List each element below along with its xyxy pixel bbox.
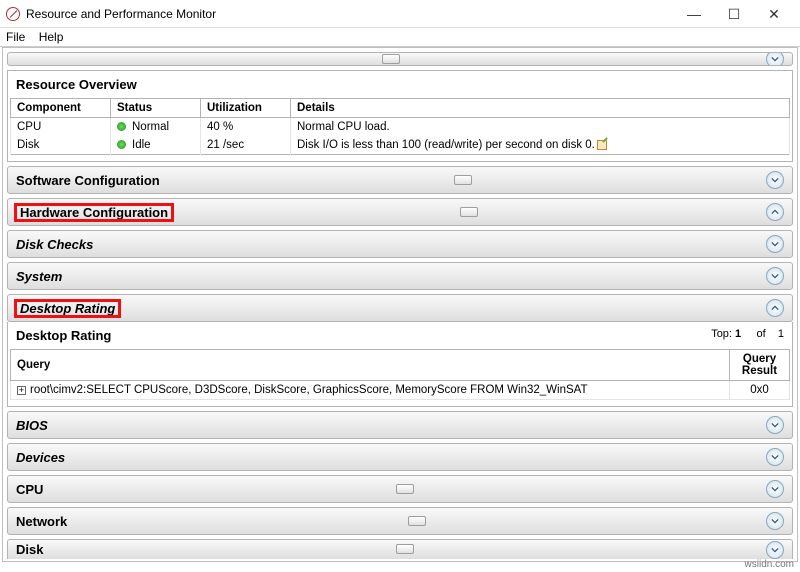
cell: Idle	[111, 136, 201, 155]
expand-icon[interactable]: +	[17, 386, 26, 395]
section-system[interactable]: System	[7, 262, 793, 290]
chevron-down-icon[interactable]	[766, 52, 784, 66]
chevron-up-icon[interactable]	[766, 203, 784, 221]
label-text: Hardware Configuration	[20, 205, 168, 220]
section-label: CPU	[16, 482, 43, 497]
status-dot-icon	[117, 140, 126, 149]
col-details[interactable]: Details	[291, 99, 790, 118]
chevron-down-icon[interactable]	[766, 416, 784, 434]
col-query-result[interactable]: Query Result	[730, 350, 790, 381]
edit-icon[interactable]	[597, 140, 607, 150]
chevron-down-icon[interactable]	[766, 448, 784, 466]
desktop-rating-panel: Desktop Rating Top: 1 of 1 Query Query R…	[7, 322, 793, 407]
pager: Top: 1 of 1	[711, 328, 784, 343]
col-status[interactable]: Status	[111, 99, 201, 118]
pill-icon	[396, 482, 414, 497]
chevron-down-icon[interactable]	[766, 235, 784, 253]
status-text: Idle	[132, 139, 151, 151]
table-row: Disk Idle 21 /sec Disk I/O is less than …	[11, 136, 790, 155]
section-network[interactable]: Network	[7, 507, 793, 535]
menu-help[interactable]: Help	[39, 30, 64, 44]
workspace: Resource Overview Component Status Utili…	[2, 47, 798, 562]
pill-icon	[408, 514, 426, 529]
watermark: wsiidn.com	[745, 559, 794, 570]
section-label: System	[16, 269, 62, 284]
pill-icon	[454, 173, 472, 188]
chevron-down-icon[interactable]	[766, 171, 784, 189]
section-hardware-configuration[interactable]: Hardware Configuration	[7, 198, 793, 226]
status-text: Normal	[132, 121, 169, 133]
pill-icon	[382, 52, 400, 66]
app-icon	[6, 7, 20, 21]
resource-overview-panel: Resource Overview Component Status Utili…	[7, 70, 793, 162]
maximize-button[interactable]: ☐	[714, 0, 754, 28]
panel-title: Desktop Rating Top: 1 of 1	[10, 326, 790, 349]
pager-of: of	[756, 328, 765, 340]
highlight-box: Desktop Rating	[16, 301, 119, 316]
section-bios[interactable]: BIOS	[7, 411, 793, 439]
section-desktop-rating[interactable]: Desktop Rating	[7, 294, 793, 322]
table-row: CPU Normal 40 % Normal CPU load.	[11, 118, 790, 137]
section-devices[interactable]: Devices	[7, 443, 793, 471]
menu-bar: File Help	[0, 28, 800, 47]
section-disk-checks[interactable]: Disk Checks	[7, 230, 793, 258]
table-row: + root\cimv2:SELECT CPUScore, D3DScore, D…	[11, 381, 790, 400]
cell: Disk	[11, 136, 111, 155]
cell: Normal	[111, 118, 201, 137]
menu-file[interactable]: File	[6, 30, 25, 44]
chevron-down-icon[interactable]	[766, 541, 784, 559]
close-button[interactable]: ✕	[754, 0, 794, 28]
section-label: Disk Checks	[16, 237, 93, 252]
section-cpu[interactable]: CPU	[7, 475, 793, 503]
highlight-box: Hardware Configuration	[16, 205, 172, 220]
section-label: BIOS	[16, 418, 48, 433]
query-text: root\cimv2:SELECT CPUScore, D3DScore, Di…	[30, 384, 587, 396]
section-software-configuration[interactable]: Software Configuration	[7, 166, 793, 194]
panel-title-text: Desktop Rating	[16, 328, 111, 343]
label-text: Desktop Rating	[20, 301, 115, 316]
chevron-down-icon[interactable]	[766, 480, 784, 498]
section-label: Hardware Configuration	[16, 205, 172, 220]
cell-query: + root\cimv2:SELECT CPUScore, D3DScore, D…	[11, 381, 730, 400]
window-title: Resource and Performance Monitor	[26, 7, 674, 21]
pill-icon	[460, 205, 478, 220]
resource-overview-title: Resource Overview	[10, 75, 790, 98]
pager-label: Top:	[711, 328, 732, 340]
cell: CPU	[11, 118, 111, 137]
cell: 40 %	[201, 118, 291, 137]
details-text: Disk I/O is less than 100 (read/write) p…	[297, 139, 595, 151]
pager-value: 1	[735, 328, 741, 340]
pager-total: 1	[778, 328, 784, 340]
title-bar: Resource and Performance Monitor — ☐ ✕	[0, 0, 800, 28]
chevron-down-icon[interactable]	[766, 267, 784, 285]
section-label: Network	[16, 514, 67, 529]
section-performance-truncated[interactable]	[7, 52, 793, 66]
desktop-rating-table: Query Query Result + root\cimv2:SELECT CP…	[10, 349, 790, 400]
section-label: Devices	[16, 450, 65, 465]
chevron-down-icon[interactable]	[766, 512, 784, 530]
panel-title-text: Resource Overview	[16, 77, 137, 92]
overview-table: Component Status Utilization Details CPU…	[10, 98, 790, 155]
minimize-button[interactable]: —	[674, 0, 714, 28]
pill-icon	[396, 542, 414, 557]
status-dot-icon	[117, 122, 126, 131]
col-component[interactable]: Component	[11, 99, 111, 118]
cell: 21 /sec	[201, 136, 291, 155]
col-utilization[interactable]: Utilization	[201, 99, 291, 118]
cell-result: 0x0	[730, 381, 790, 400]
cell: Disk I/O is less than 100 (read/write) p…	[291, 136, 790, 155]
cell: Normal CPU load.	[291, 118, 790, 137]
section-disk[interactable]: Disk	[7, 539, 793, 559]
chevron-up-icon[interactable]	[766, 299, 784, 317]
col-query[interactable]: Query	[11, 350, 730, 381]
section-label: Desktop Rating	[16, 301, 119, 316]
section-label: Software Configuration	[16, 173, 160, 188]
section-label: Disk	[16, 542, 43, 557]
